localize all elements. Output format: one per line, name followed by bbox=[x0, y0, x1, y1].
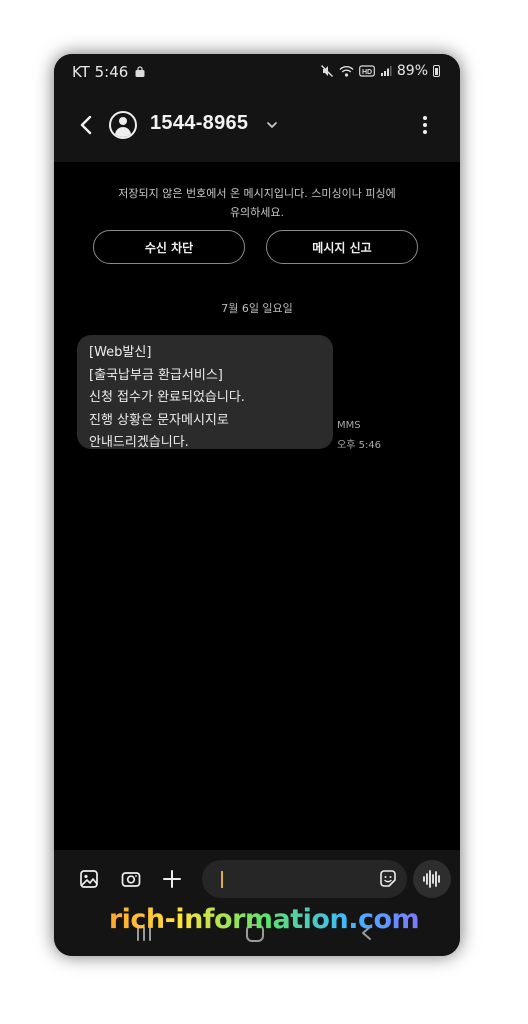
wifi-icon bbox=[339, 65, 354, 77]
message-timestamp: 오후 5:46 bbox=[337, 440, 382, 451]
status-right: HD 89% bbox=[320, 63, 440, 79]
message-line: 안내드리겠습니다. bbox=[89, 435, 189, 450]
contact-name[interactable]: 1544-8965 bbox=[150, 112, 248, 135]
text-cursor bbox=[221, 871, 223, 888]
status-bar: KT 5:46 HD 89% bbox=[54, 54, 460, 90]
conversation-header: 1544-8965 bbox=[54, 90, 460, 162]
message-line: [출국납부금 환급서비스] bbox=[89, 367, 223, 383]
message-line: 신청 접수가 완료되었습니다. bbox=[89, 390, 245, 405]
message-bubble[interactable]: [Web발신] [출국납부금 환급서비스] 신청 접수가 완료되었습니다. 진행… bbox=[77, 335, 333, 450]
mute-icon bbox=[320, 65, 333, 77]
camera-icon[interactable] bbox=[120, 868, 142, 890]
battery-icon bbox=[433, 65, 440, 77]
message-input[interactable] bbox=[202, 860, 407, 898]
message-line: [Web발신] bbox=[89, 345, 152, 360]
shopping-bag-icon bbox=[135, 66, 145, 77]
battery-percent: 89% bbox=[396, 63, 428, 79]
gallery-icon[interactable] bbox=[78, 868, 100, 890]
watermark-text: rich-information.com bbox=[0, 904, 528, 935]
unsaved-number-notice: 저장되지 않은 번호에서 온 메시지입니다. 스미싱이나 피싱에 유의하세요. bbox=[94, 184, 420, 222]
message-type-label: MMS bbox=[337, 420, 361, 431]
more-options-icon[interactable] bbox=[420, 114, 430, 136]
voice-input-button[interactable] bbox=[413, 860, 451, 898]
status-left: KT 5:46 bbox=[72, 63, 146, 81]
phone-screen: KT 5:46 HD 89% 1544-8965 저장되지 않은 번호에서 온 … bbox=[54, 54, 460, 956]
report-message-button[interactable]: 메시지 신고 bbox=[266, 230, 418, 264]
contact-avatar-icon[interactable] bbox=[109, 111, 137, 139]
chevron-down-icon[interactable] bbox=[266, 120, 278, 130]
sticker-icon[interactable] bbox=[377, 868, 399, 890]
voice-wave-icon bbox=[423, 870, 440, 888]
back-arrow-icon[interactable] bbox=[76, 114, 98, 136]
signal-icon bbox=[380, 66, 392, 76]
notice-line-2: 유의하세요. bbox=[229, 206, 285, 219]
svg-text:HD: HD bbox=[362, 69, 372, 76]
conversation-area: 저장되지 않은 번호에서 온 메시지입니다. 스미싱이나 피싱에 유의하세요. … bbox=[54, 162, 460, 850]
date-separator: 7월 6일 일요일 bbox=[221, 302, 293, 315]
message-line: 진행 상황은 문자메시지로 bbox=[89, 412, 229, 428]
message-composer bbox=[54, 850, 460, 956]
carrier-time: KT 5:46 bbox=[72, 63, 129, 81]
block-number-button[interactable]: 수신 차단 bbox=[93, 230, 245, 264]
hd-icon: HD bbox=[358, 65, 375, 77]
notice-line-1: 저장되지 않은 번호에서 온 메시지입니다. 스미싱이나 피싱에 bbox=[118, 187, 396, 200]
plus-icon[interactable] bbox=[161, 868, 183, 890]
